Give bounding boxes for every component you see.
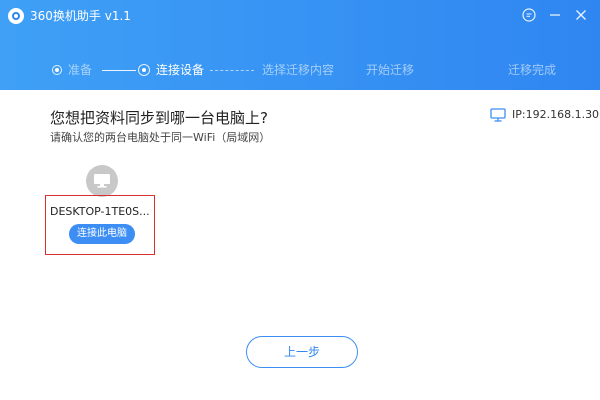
device-name: DESKTOP-1TE0S... — [50, 205, 150, 218]
step-connect-device: 连接设备 — [138, 60, 204, 80]
local-ip-info: IP:192.168.1.30 — [490, 106, 599, 124]
step-label: 连接设备 — [156, 63, 205, 77]
step-label: 选择迁移内容 — [262, 63, 335, 77]
page-question: 您想把资料同步到哪一台电脑上? — [50, 109, 268, 127]
step-progress: 准备 连接设备 选择迁移内容 开始迁移 迁移完成 — [0, 60, 600, 80]
step-label: 准备 — [68, 63, 93, 77]
previous-step-button[interactable]: 上一步 — [246, 336, 358, 368]
title-bar: 360换机助手 v1.1 准备 连接设备 选择迁移内容 开始迁移 迁移完成 — [0, 0, 600, 90]
step-label: 开始迁移 — [366, 63, 415, 77]
computer-icon — [86, 165, 118, 197]
wifi-instruction: 请确认您的两台电脑处于同一WiFi（局域网） — [50, 131, 271, 144]
monitor-icon — [490, 108, 506, 122]
connect-computer-button[interactable]: 连接此电脑 — [69, 224, 135, 244]
step-start-migration: 开始迁移 — [366, 60, 414, 80]
step-prepare: 准备 — [52, 60, 92, 80]
step-connector — [102, 70, 136, 71]
step-dot-icon — [138, 64, 150, 76]
app-title: 360换机助手 v1.1 — [30, 9, 131, 23]
app-logo-icon — [8, 8, 24, 24]
step-dot-icon — [52, 65, 62, 75]
step-label: 迁移完成 — [508, 63, 557, 77]
step-select-content: 选择迁移内容 — [262, 60, 334, 80]
chat-bubble-icon[interactable] — [520, 6, 538, 24]
ip-address-label: IP:192.168.1.30 — [512, 108, 600, 121]
close-icon[interactable] — [572, 6, 590, 24]
step-connector — [210, 70, 254, 71]
step-migration-complete: 迁移完成 — [508, 60, 556, 80]
minimize-icon[interactable] — [546, 6, 564, 24]
